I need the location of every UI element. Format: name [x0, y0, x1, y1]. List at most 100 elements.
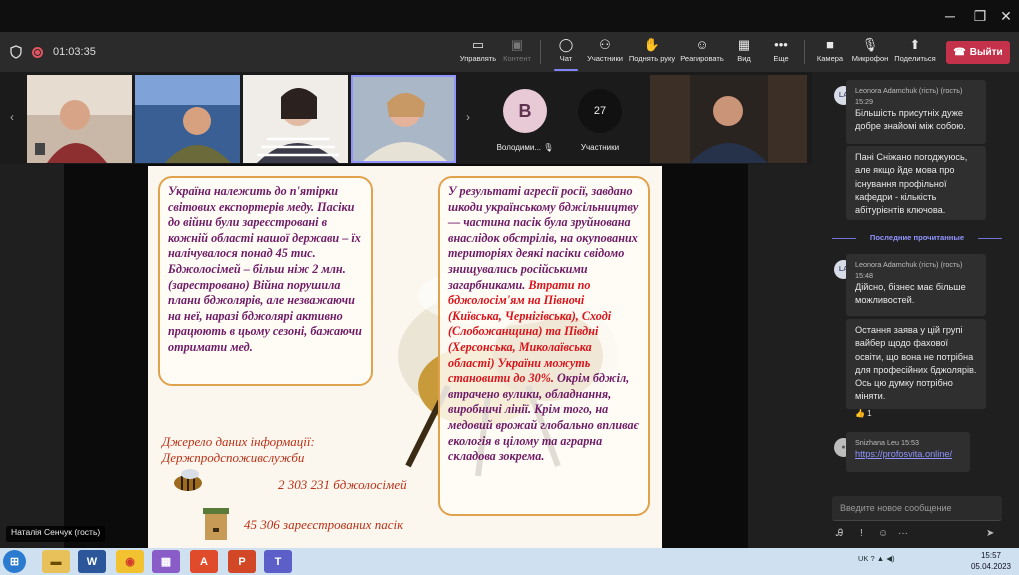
chat-panel: LA Leonora Adamchuk (гість) (гость) 15:2… [812, 72, 1019, 548]
chat-button[interactable]: ◯ Чат [552, 36, 580, 71]
video-tile-3[interactable] [243, 75, 348, 163]
slide-left-textbox: Україна належить до п'ятірки світових ек… [158, 176, 373, 386]
volume-icon[interactable]: ◀) [886, 554, 894, 563]
participant-video [353, 77, 454, 161]
grid-icon: ▦ [737, 37, 751, 52]
message-meta: Leonora Adamchuk (гість) (гость) 15:29 [855, 86, 963, 106]
people-icon: ⚇ [599, 37, 611, 52]
meeting-timer: 01:03:35 [53, 46, 96, 58]
acrobat-app[interactable]: A [190, 550, 218, 573]
presenter-name-tag: Наталія Сенчук (гость) [6, 526, 106, 542]
send-icon[interactable]: ➤ [986, 528, 994, 539]
format-icon[interactable]: Ꭿ [836, 528, 843, 539]
chat-message[interactable]: Leonora Adamchuk (гість) (гость) 15:29 Б… [846, 80, 986, 144]
presentation-slide: Україна належить до п'ятірки світових ек… [148, 166, 662, 548]
help-icon[interactable]: ? [871, 554, 875, 563]
message-text: Дійсно, бізнес має більше можливостей. [855, 282, 966, 306]
language-indicator[interactable]: UK [858, 554, 868, 563]
teams-app[interactable]: T [264, 550, 292, 573]
participants-count-tile[interactable]: 27 Участники [566, 75, 634, 163]
powerpoint-app[interactable]: P [228, 550, 256, 573]
mic-button[interactable]: 🎙 Микрофон [850, 36, 890, 70]
system-tray: UK ? ▲ ◀) [858, 554, 895, 563]
participant-video [135, 75, 240, 163]
camera-label: Камера [816, 54, 844, 63]
hand-icon: ✋ [643, 37, 661, 52]
slide-source-line1: Джерело даних інформації: [162, 434, 315, 449]
emoji-icon[interactable]: ☺ [878, 528, 888, 539]
close-icon[interactable]: ✕ [996, 6, 1016, 26]
more-label: Еще [773, 54, 789, 63]
participant-video [27, 75, 132, 163]
clock-date: 05.04.2023 [970, 562, 1012, 571]
window-titlebar: ─ ❐ ✕ [0, 0, 1019, 32]
participants-count: 27 [578, 89, 622, 133]
more-button[interactable]: ••• Еще [766, 36, 796, 70]
message-text: Більшість присутніх дуже добре знайомі м… [855, 108, 966, 132]
recording-icon [32, 46, 43, 58]
people-label: Участники [587, 54, 623, 63]
participants-count-label: Участники [580, 143, 620, 152]
compose-input[interactable]: Введите новое сообщение [832, 496, 1002, 521]
maximize-icon[interactable]: ❐ [970, 6, 990, 26]
windows-taskbar: ⊞ ▬ W ◉ ▦ A P T UK ? ▲ ◀) 15:57 05.04.2023 [0, 548, 1019, 575]
slide-right-text-1: У результаті агресії росії, завдано шкод… [448, 184, 639, 292]
view-button[interactable]: ▦ Вид [730, 36, 758, 70]
share-view-label: Управлять [459, 54, 497, 63]
mic-off-icon: 🎙 [861, 37, 879, 52]
participant-video [650, 75, 807, 163]
shield-icon [10, 45, 22, 59]
word-app[interactable]: W [78, 550, 106, 573]
network-icon[interactable]: ▲ [877, 554, 884, 563]
smile-icon: ☺ [695, 37, 709, 52]
leave-label: Выйти [969, 47, 1003, 58]
participant-name: Володими... 🎙 [496, 143, 554, 152]
minimize-icon[interactable]: ─ [940, 6, 960, 26]
message-link[interactable]: https://profosvita.online/ [855, 448, 961, 461]
camera-icon: ■ [826, 37, 834, 52]
last-read-divider: Последние прочитанные [832, 232, 1002, 244]
people-button[interactable]: ⚇ Участники [584, 36, 626, 70]
message-meta: Leonora Adamchuk (гість) (гость) 15:48 [855, 260, 963, 280]
important-icon[interactable]: ! [860, 528, 863, 539]
video-tile-2[interactable] [135, 75, 240, 163]
meeting-status: 01:03:35 [10, 43, 96, 61]
chat-label: Чат [559, 54, 573, 63]
slide-stat-colonies: 2 303 231 бджолосімей [278, 477, 407, 492]
mic-off-icon: 🎙 [543, 143, 554, 152]
camera-button[interactable]: ■ Камера [813, 36, 847, 70]
share-view-button[interactable]: ▭ Управлять [458, 36, 498, 70]
taskbar-clock[interactable]: 15:57 05.04.2023 [966, 550, 1016, 572]
strip-prev-arrow[interactable]: ‹ [10, 110, 14, 124]
view-label: Вид [737, 54, 751, 63]
explorer-app[interactable]: ▬ [42, 550, 70, 573]
raise-hand-button[interactable]: ✋ Поднять руку [628, 36, 676, 70]
more-options-icon[interactable]: ··· [898, 528, 908, 539]
chat-message[interactable]: Пані Сніжано погоджуюсь, але якщо йде мо… [846, 146, 986, 220]
video-tile-1[interactable] [27, 75, 132, 163]
content-button[interactable]: ▣ Контент [500, 36, 534, 70]
start-button[interactable]: ⊞ [3, 550, 26, 573]
meeting-toolbar: 01:03:35 ▭ Управлять ▣ Контент ◯ Чат ⚇ Участник… [0, 32, 1019, 72]
small-bee-icon [174, 469, 202, 491]
video-tile-5[interactable] [650, 75, 807, 163]
chrome-app[interactable]: ◉ [116, 550, 144, 573]
share-button[interactable]: ⬆ Поделиться [893, 36, 937, 70]
avatar-tile[interactable]: В Володими... 🎙 [486, 75, 564, 163]
chat-icon: ◯ [558, 37, 574, 52]
video-tile-4[interactable] [351, 75, 456, 163]
phone-hangup-icon: ☎ [953, 47, 966, 58]
message-meta: Snizhana Leu 15:53 [855, 438, 919, 447]
react-button[interactable]: ☺ Реагировать [680, 36, 724, 70]
chat-message[interactable]: Leonora Adamchuk (гість) (гость) 15:48 Д… [846, 254, 986, 316]
chat-message[interactable]: Snizhana Leu 15:53 https://profosvita.on… [846, 432, 970, 472]
toolbar-divider [540, 40, 541, 64]
tiles-app[interactable]: ▦ [152, 550, 180, 573]
thumbs-up-reaction[interactable]: 👍 1 [855, 407, 977, 420]
share-up-icon: ⬆ [909, 37, 921, 52]
leave-button[interactable]: ☎ Выйти [946, 41, 1010, 64]
strip-next-arrow[interactable]: › [466, 110, 470, 124]
slide-right-text-red: Втрати по бджолосім'ям на Півночі (Київс… [448, 277, 612, 386]
chat-message[interactable]: Остання заява у цій групі вайбер щодо фа… [846, 319, 986, 418]
participant-strip: ‹ › В Володими... 🎙 27 Участники [0, 72, 812, 164]
